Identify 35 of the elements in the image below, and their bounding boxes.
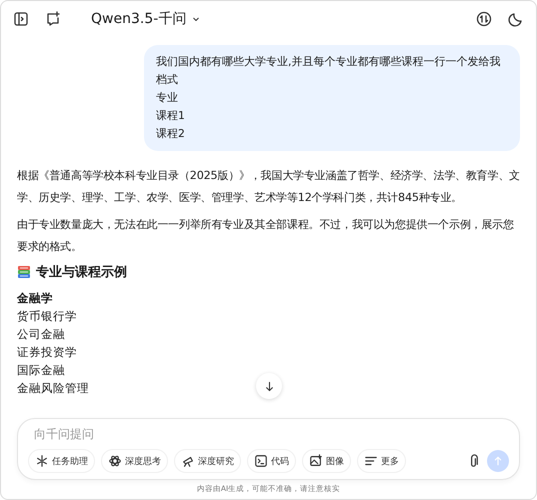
scroll-down-button[interactable]: [256, 373, 282, 399]
new-chat-button[interactable]: [45, 11, 61, 27]
tool-chip[interactable]: 深度研究: [174, 449, 241, 473]
lines-icon: [364, 454, 378, 468]
arrows-circle-icon: [476, 11, 492, 27]
user-message: 我们国内都有哪些大学专业,并且每个专业都有哪些课程一行一个发给我 档式 专业 课程1 课程2: [144, 45, 520, 151]
moon-icon: [508, 11, 524, 27]
tool-chip[interactable]: 任务助理: [28, 449, 95, 473]
chat-plus-icon: [45, 11, 61, 27]
message-composer[interactable]: 向千问提问 任务助理 深度思考 深度研究 代码 图像 更多: [17, 418, 520, 480]
tool-chip[interactable]: 深度思考: [101, 449, 168, 473]
dark-mode-button[interactable]: [508, 11, 524, 27]
course-item: 货币银行学: [17, 308, 77, 325]
image-icon: [309, 454, 323, 468]
asterisk-icon: [35, 454, 49, 468]
answer-paragraph: 根据《普通高等学校本科专业目录（2025版）》，我国大学专业涵盖了哲学、经济学、法学、教育学、文学、历史学、理学、工学、农学、医学、管理学、艺术学等12个学科门类，共计845种专业。: [17, 168, 520, 206]
course-item: 金融风险管理: [17, 380, 89, 397]
course-item: 证券投资学: [17, 344, 77, 361]
tool-chip[interactable]: 代码: [247, 449, 296, 473]
sort-button[interactable]: [476, 11, 492, 27]
panel-icon: [13, 11, 29, 27]
course-item: 公司金融: [17, 326, 65, 343]
tool-chip[interactable]: 图像: [302, 449, 351, 473]
model-selector[interactable]: Qwen3.5-千问: [91, 10, 202, 28]
section-heading: 专业与课程示例: [36, 264, 127, 281]
tool-chip[interactable]: 更多: [357, 449, 406, 473]
major-title: 金融学: [17, 290, 53, 307]
books-icon: [17, 265, 31, 279]
course-item: 国际金融: [17, 362, 65, 379]
telescope-icon: [181, 454, 195, 468]
terminal-icon: [254, 454, 268, 468]
sidebar-toggle-icon[interactable]: [13, 11, 29, 27]
arrow-up-icon: [492, 455, 504, 467]
answer-paragraph: 由于专业数量庞大，无法在此一一列举所有专业及其全部课程。不过，我可以为您提供一个示例，展示您要求的格式。: [17, 217, 515, 255]
atom-icon: [108, 454, 122, 468]
